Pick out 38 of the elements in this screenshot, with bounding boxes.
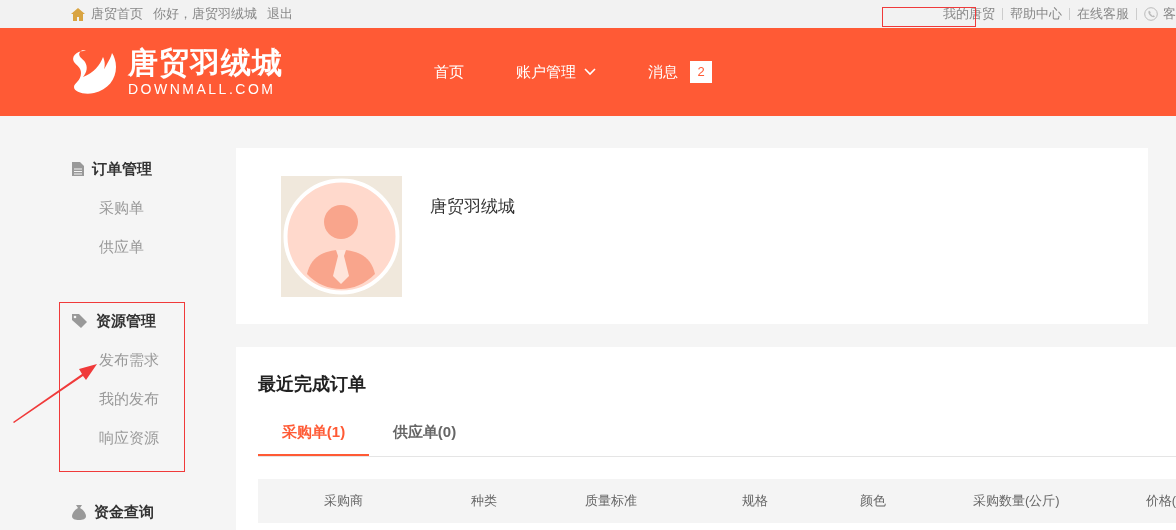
sidebar-item[interactable]: 发布需求: [99, 347, 159, 373]
sidebar-item[interactable]: 响应资源: [99, 425, 159, 451]
top-link[interactable]: 客: [1163, 4, 1176, 24]
column-header: 采购商: [324, 492, 363, 511]
money-bag-icon: [72, 504, 86, 520]
document-icon: [72, 162, 84, 176]
chevron-down-icon: [584, 68, 596, 76]
tag-icon: [72, 314, 88, 328]
logo-subtitle: DOWNMALL.COM: [128, 82, 277, 96]
nav-link[interactable]: 消息: [648, 60, 678, 84]
sidebar-item[interactable]: 采购单: [99, 195, 144, 221]
swan-logo-icon: [70, 49, 118, 95]
sidebar-heading: 资源管理: [96, 310, 156, 331]
phone-icon: [1144, 7, 1158, 21]
column-header: 规格: [742, 492, 768, 511]
sidebar-heading: 资金查询: [94, 501, 154, 522]
column-header: 颜色: [860, 492, 886, 511]
top-link[interactable]: 帮助中心: [1010, 4, 1062, 24]
logo-title: 唐贸羽绒城: [128, 48, 283, 78]
top-link[interactable]: 在线客服: [1077, 4, 1129, 24]
order-tab[interactable]: 供应单(0): [369, 410, 480, 456]
column-header: 采购数量(公斤): [973, 492, 1060, 511]
profile-name: 唐贸羽绒城: [430, 196, 515, 219]
top-link[interactable]: 退出: [267, 4, 293, 24]
top-link[interactable]: 唐贸首页: [91, 4, 143, 24]
section-title: 最近完成订单: [258, 373, 367, 396]
sidebar-heading: 订单管理: [92, 158, 152, 179]
column-header: 种类: [471, 492, 497, 511]
column-header: 价格(: [1145, 492, 1176, 511]
sidebar-item[interactable]: 供应单: [99, 234, 144, 260]
sidebar-item[interactable]: 我的发布: [99, 386, 159, 412]
column-header: 质量标准: [585, 492, 637, 511]
count-badge: 2: [690, 61, 712, 83]
home-icon: [71, 7, 85, 21]
top-link[interactable]: 你好，唐贸羽绒城: [153, 4, 257, 24]
nav-link[interactable]: 首页: [434, 60, 464, 84]
order-tab[interactable]: 采购单(1): [258, 410, 369, 456]
nav-link[interactable]: 账户管理: [516, 60, 576, 84]
